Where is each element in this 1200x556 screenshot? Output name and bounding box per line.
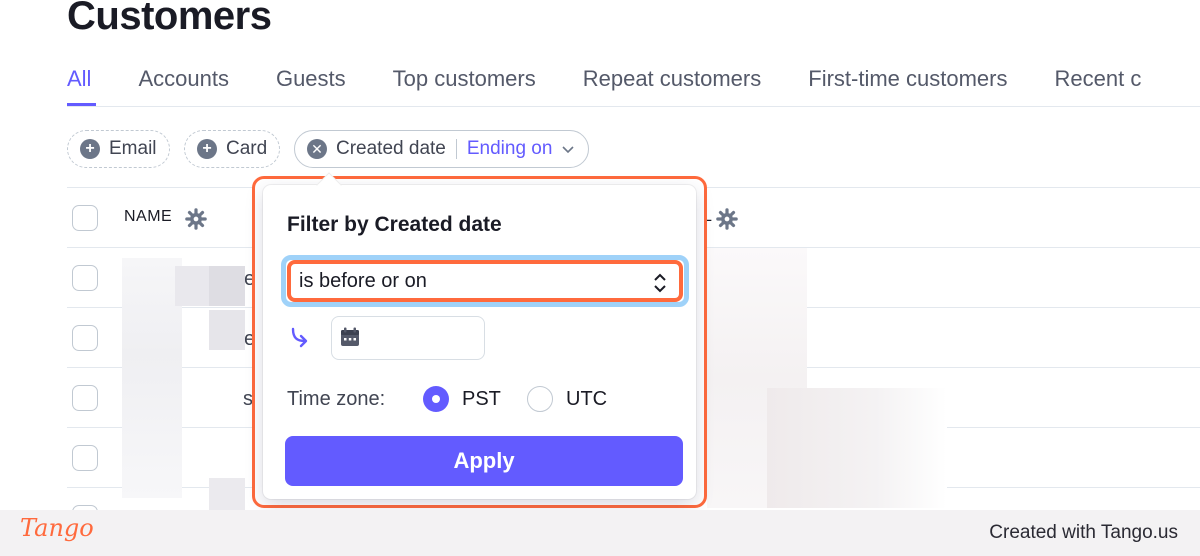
popover-title: Filter by Created date [287,213,502,236]
timezone-pst-label[interactable]: PST [462,388,501,411]
row-checkbox[interactable] [72,265,98,291]
select-all-checkbox[interactable] [72,205,98,231]
row-checkbox[interactable] [72,385,98,411]
date-operator-select[interactable]: is before or on [287,260,683,302]
redacted-name-cell [209,310,245,350]
tab-all[interactable]: All [67,66,91,92]
popover-caret [316,172,342,198]
gear-icon[interactable] [716,208,738,230]
redacted-name-cell [209,266,245,306]
plus-circle-icon: + [80,139,100,159]
plus-circle-icon: + [197,139,217,159]
created-date-filter-value: Ending on [466,138,553,159]
select-arrows-icon [654,273,666,293]
tab-accounts[interactable]: Accounts [138,66,229,92]
date-operator-value: is before or on [299,269,427,292]
apply-button[interactable]: Apply [285,436,683,486]
card-filter-chip[interactable]: + Card [184,130,281,168]
tango-footer: Tango Created with Tango.us [0,510,1200,556]
date-input[interactable] [331,316,485,360]
footer-credit: Created with Tango.us [989,522,1178,543]
row-checkbox[interactable] [72,325,98,351]
redacted-email-cell [767,388,947,508]
chevron-down-icon [562,146,575,154]
gear-icon[interactable] [185,208,207,230]
email-filter-chip[interactable]: + Email [67,130,170,168]
tab-top-customers[interactable]: Top customers [393,66,536,92]
arrow-return-icon [291,327,308,348]
tab-guests[interactable]: Guests [276,66,346,92]
tab-first-time-customers[interactable]: First-time customers [808,66,1007,92]
timezone-pst-radio[interactable] [423,386,449,412]
customer-tabs: All Accounts Guests Top customers Repeat… [67,66,1188,92]
created-date-filter-label: Created date [336,138,446,159]
timezone-utc-radio[interactable] [527,386,553,412]
timezone-label: Time zone: [287,388,386,410]
redacted-name-cell [122,258,182,498]
calendar-icon [341,327,359,346]
row-checkbox[interactable] [72,445,98,471]
customers-page: Customers All Accounts Guests Top custom… [0,0,1200,556]
tango-logo: Tango [20,514,94,542]
created-date-filter-chip[interactable]: ✕ Created date Ending on [294,130,590,168]
created-date-filter-popover: Filter by Created date is before or on T… [252,172,707,508]
tabs-divider [67,106,1200,107]
chip-separator [455,139,457,159]
card-filter-label: Card [226,138,268,159]
timezone-utc-label[interactable]: UTC [566,388,607,411]
tab-repeat-customers[interactable]: Repeat customers [583,66,762,92]
x-circle-icon[interactable]: ✕ [307,139,327,159]
tab-recent[interactable]: Recent c [1055,66,1142,92]
email-filter-label: Email [109,138,157,159]
page-title: Customers [67,0,272,38]
column-header-name[interactable]: NAME [124,208,172,226]
popover-panel: Filter by Created date is before or on T… [263,172,696,499]
